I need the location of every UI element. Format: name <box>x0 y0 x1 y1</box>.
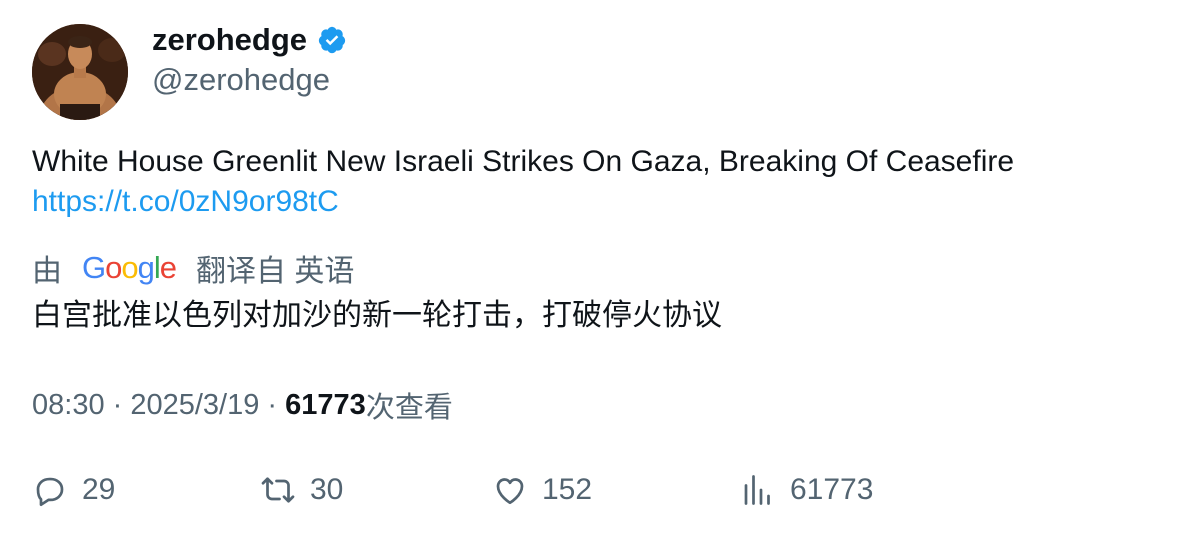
avatar-image <box>32 24 128 120</box>
avatar[interactable] <box>32 24 128 120</box>
heart-icon <box>496 478 524 505</box>
retweet-count: 30 <box>310 473 344 506</box>
reply-count: 29 <box>82 473 116 506</box>
tweet-date[interactable]: 2025/3/19 <box>130 389 259 422</box>
retweet-button[interactable]: 30 <box>260 472 343 508</box>
tweet-text: White House Greenlit New Israeli Strikes… <box>32 145 1015 178</box>
tweet-meta: 08:30 · 2025/3/19 · 61773 次查看 <box>32 384 453 426</box>
tweet-time[interactable]: 08:30 <box>32 389 105 422</box>
action-bar: 29 30 152 61773 <box>0 472 1196 512</box>
views-count: 61773 <box>285 388 366 421</box>
views-label: 次查看 <box>365 392 453 424</box>
like-button[interactable]: 152 <box>492 472 592 508</box>
reply-icon <box>36 477 64 507</box>
translation-attribution[interactable]: 由 Google 翻译自 英语 <box>32 246 354 290</box>
like-count: 152 <box>542 473 593 506</box>
translated-text: 白宫批准以色列对加沙的新一轮打击，打破停火协议 <box>32 299 722 332</box>
analytics-icon <box>744 475 770 505</box>
reply-button[interactable]: 29 <box>32 472 115 508</box>
author-name-row: zerohedge <box>152 22 347 58</box>
tweet-link[interactable]: https://t.co/0zN9or98tC <box>32 182 339 222</box>
translation-prefix: 由 <box>32 255 62 288</box>
verified-badge-icon <box>318 26 346 54</box>
views-action-count: 61773 <box>790 473 874 506</box>
google-logo-icon: Google <box>82 250 177 285</box>
translation-suffix: 翻译自 英语 <box>196 255 355 288</box>
views-button[interactable]: 61773 <box>740 472 873 508</box>
retweet-icon <box>261 477 295 503</box>
author-handle[interactable]: @zerohedge <box>152 62 330 98</box>
display-name[interactable]: zerohedge <box>152 22 307 58</box>
meta-separator: · <box>104 388 131 421</box>
meta-separator: · <box>259 388 286 421</box>
